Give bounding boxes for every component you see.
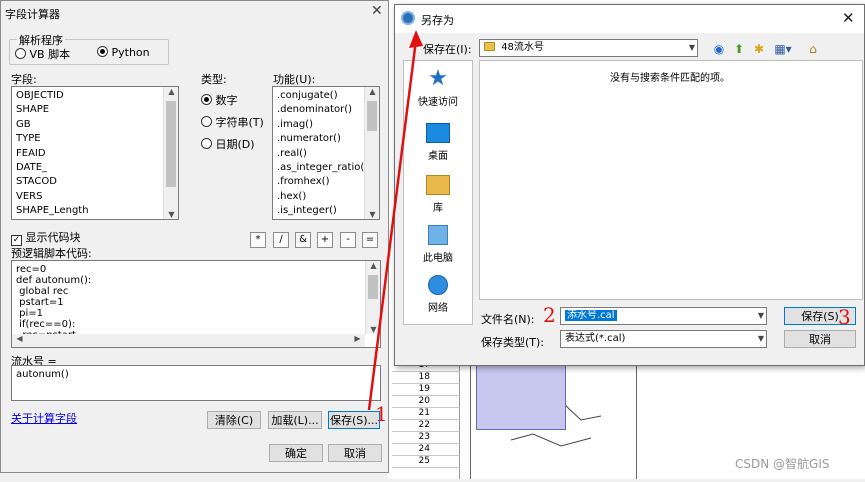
annotation-number-3: 3 — [838, 305, 851, 329]
annotation-arrow — [367, 30, 423, 411]
annotation-number-2: 2 — [543, 303, 556, 327]
annotation-number-1: 1 — [375, 402, 388, 426]
